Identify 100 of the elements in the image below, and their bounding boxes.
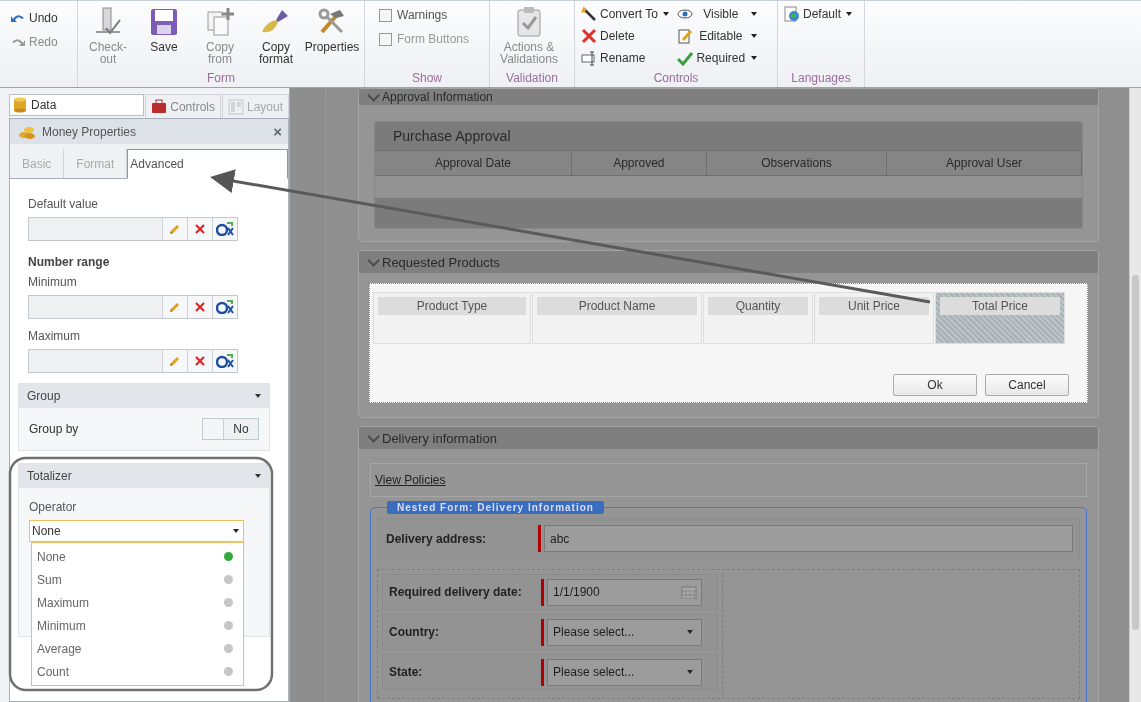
section-heading: Number range [28, 255, 110, 269]
expression-button[interactable] [212, 296, 237, 318]
grid-title: Purchase Approval [392, 127, 512, 146]
grid-column[interactable]: Total Price [935, 292, 1065, 344]
input-field[interactable]: abc [544, 525, 1073, 552]
input-field[interactable] [29, 296, 162, 318]
ribbon-button[interactable]: Rename [579, 48, 671, 68]
expression-icon [216, 300, 234, 314]
section-title: Delivery information [382, 430, 497, 446]
dropdown-option[interactable]: Minimum [32, 614, 243, 637]
undo-icon [10, 12, 26, 24]
close-button[interactable]: × [273, 123, 282, 140]
section-title: Totalizer [27, 469, 73, 483]
close-icon [194, 223, 206, 235]
clear-button[interactable] [187, 350, 212, 372]
select-field[interactable]: Please select... [547, 618, 702, 646]
copy-icon [204, 6, 236, 38]
properties-tab[interactable]: Advanced [127, 149, 288, 179]
magic-wand-icon [581, 6, 597, 22]
group-label: Controls [652, 71, 700, 85]
edit-document-icon [676, 28, 693, 44]
column-header: Total Price [940, 297, 1060, 315]
checkmark-icon [676, 50, 693, 66]
grid-column[interactable]: Unit Price [814, 292, 934, 344]
dropdown-option[interactable]: Average [32, 637, 243, 660]
ribbon-button[interactable]: Delete [579, 26, 671, 46]
clear-button[interactable] [187, 218, 212, 240]
column-header: Observations [706, 151, 888, 175]
group-label: Form [206, 71, 236, 85]
ribbon-button[interactable]: Save [138, 4, 190, 53]
input-field[interactable] [29, 350, 162, 372]
group-label: Show [411, 71, 443, 85]
clear-button[interactable] [187, 296, 212, 318]
edit-button[interactable] [162, 350, 187, 372]
checkbox[interactable]: Warnings [369, 4, 448, 26]
delete-icon [581, 28, 597, 44]
scrollbar-thumb[interactable] [1132, 275, 1139, 630]
panel-tab[interactable]: Data [9, 94, 145, 116]
dropdown-option[interactable]: Maximum [32, 591, 243, 614]
ribbon-button[interactable]: Properties [306, 4, 358, 53]
dropdown-option[interactable]: None [32, 545, 243, 568]
link[interactable]: View Policies [375, 473, 446, 487]
database-icon [12, 97, 28, 113]
caret-icon[interactable] [687, 630, 693, 634]
expression-button[interactable] [212, 218, 237, 240]
caret-icon[interactable] [255, 394, 261, 398]
eye-icon [676, 6, 693, 22]
layout-icon [227, 98, 244, 115]
grid-column[interactable]: Product Type [373, 292, 531, 344]
edit-button[interactable] [162, 218, 187, 240]
close-icon [194, 355, 206, 367]
field-label: Group by [29, 422, 80, 436]
ribbon-button[interactable]: Convert To [579, 4, 671, 24]
caret-icon [750, 34, 757, 38]
date-field[interactable]: 1/1/1900 [547, 578, 702, 606]
column-header: Approved [571, 151, 707, 175]
ribbon-button[interactable]: Undo [8, 8, 69, 28]
ribbon-button[interactable]: Required [674, 48, 759, 68]
grid-column[interactable]: Quantity [703, 292, 813, 344]
caret-icon [750, 12, 757, 16]
field-label: Required delivery date: [389, 585, 523, 599]
redo-icon [10, 36, 26, 48]
ribbon-button[interactable]: Visible [674, 4, 759, 24]
expression-icon [216, 354, 234, 368]
ribbon-button[interactable]: Editable [674, 26, 759, 46]
section-title: Requested Products [382, 254, 500, 270]
field-label: Operator [29, 500, 77, 514]
ribbon-button[interactable]: Copy format [250, 4, 302, 65]
column-header: Unit Price [819, 297, 929, 315]
dropdown-option[interactable]: Count [32, 660, 243, 683]
field-label: Maximum [28, 329, 80, 343]
operator-dropdown[interactable]: None [29, 520, 244, 542]
ok-button[interactable]: Ok [893, 374, 977, 396]
caret-icon [662, 12, 669, 16]
rename-icon [581, 50, 597, 66]
window-title: Money Properties [42, 124, 138, 139]
grid-column[interactable]: Product Name [532, 292, 702, 344]
caret-icon [750, 56, 757, 60]
nested-form-label: Nested Form: Delivery Information [387, 501, 604, 514]
clipboard-check-icon [514, 6, 544, 38]
column-header: Approval User [887, 151, 1082, 175]
input-field[interactable] [29, 218, 162, 240]
toolbox-icon [151, 98, 168, 115]
pencil-icon [169, 223, 181, 235]
caret-icon[interactable] [687, 670, 693, 674]
panel-tab[interactable]: Controls [145, 94, 221, 118]
expression-button[interactable] [212, 350, 237, 372]
caret-icon[interactable] [255, 474, 261, 478]
language-dropdown[interactable]: Default [782, 4, 855, 24]
dropdown-option[interactable]: Sum [32, 568, 243, 591]
field-label: Minimum [28, 275, 77, 289]
field-label: Country: [389, 625, 440, 639]
column-header: Approval Date [375, 151, 572, 175]
section-title: Group [27, 389, 62, 403]
column-header: Product Name [537, 297, 697, 315]
select-field[interactable]: Please select... [547, 658, 702, 686]
pencil-icon [169, 355, 181, 367]
cancel-button[interactable]: Cancel [985, 374, 1069, 396]
edit-button[interactable] [162, 296, 187, 318]
toggle-switch[interactable]: No [202, 418, 259, 440]
